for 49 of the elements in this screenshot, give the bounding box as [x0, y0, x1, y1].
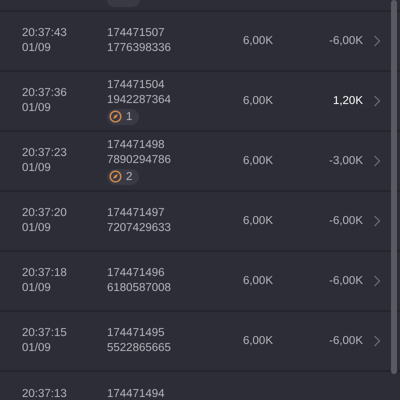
reference-number: 5522865665	[107, 341, 171, 356]
result-amount: -6,00K	[328, 275, 363, 287]
compass-icon	[109, 110, 122, 123]
date-text: 01/09	[22, 281, 52, 296]
count-badge: 2	[107, 168, 140, 184]
chevron-right-icon[interactable]	[373, 95, 381, 107]
chevron-right-icon[interactable]	[373, 275, 381, 287]
time-text: 20:37:18	[22, 266, 68, 281]
date-text: 01/09	[22, 161, 52, 176]
result-amount: 1,20K	[332, 95, 363, 107]
bet-amount: 6,00K	[242, 275, 273, 287]
date-text: 01/09	[22, 221, 52, 236]
round-id: 174471497	[107, 206, 165, 221]
time-text: 20:37:23	[22, 146, 68, 161]
date-text: 01/09	[22, 41, 52, 56]
time-text: 20:37:36	[22, 86, 68, 101]
result-amount: -6,00K	[328, 215, 363, 227]
chevron-right-icon[interactable]	[373, 155, 381, 167]
chevron-right-icon[interactable]	[373, 215, 381, 227]
bet-amount: 6,00K	[242, 35, 273, 47]
time-text: 20:37:13	[22, 388, 68, 400]
bet-amount: 6,00K	[242, 95, 273, 107]
date-text: 01/09	[22, 101, 52, 116]
time-text: 20:37:15	[22, 326, 68, 341]
reference-number: 7207429633	[107, 221, 171, 236]
time-text: 20:37:43	[22, 26, 68, 41]
round-id: 174471495	[107, 326, 165, 341]
round-id: 174471494	[107, 388, 165, 400]
result-amount: -6,00K	[328, 335, 363, 347]
reference-number: 7890294786	[107, 152, 171, 168]
bet-amount: 6,00K	[242, 335, 273, 347]
round-id: 174471504	[107, 78, 165, 92]
reference-number: 1776398336	[107, 41, 171, 56]
time-text: 20:37:20	[22, 206, 68, 221]
date-text: 01/09	[22, 341, 52, 356]
round-id: 174471496	[107, 266, 165, 281]
reference-number: 1942287364	[107, 92, 171, 108]
count-badge: 1	[107, 108, 140, 124]
reference-number: 6180587008	[107, 281, 171, 296]
compass-icon	[109, 170, 122, 183]
round-id: 174471507	[107, 26, 165, 41]
scrollbar[interactable]	[391, 0, 397, 374]
round-id: 174471498	[107, 138, 165, 152]
result-amount: -3,00K	[328, 155, 363, 167]
result-amount: -6,00K	[328, 35, 363, 47]
chevron-right-icon[interactable]	[373, 335, 381, 347]
bet-amount: 6,00K	[242, 215, 273, 227]
chevron-right-icon[interactable]	[373, 35, 381, 47]
bet-amount: 6,00K	[242, 155, 273, 167]
